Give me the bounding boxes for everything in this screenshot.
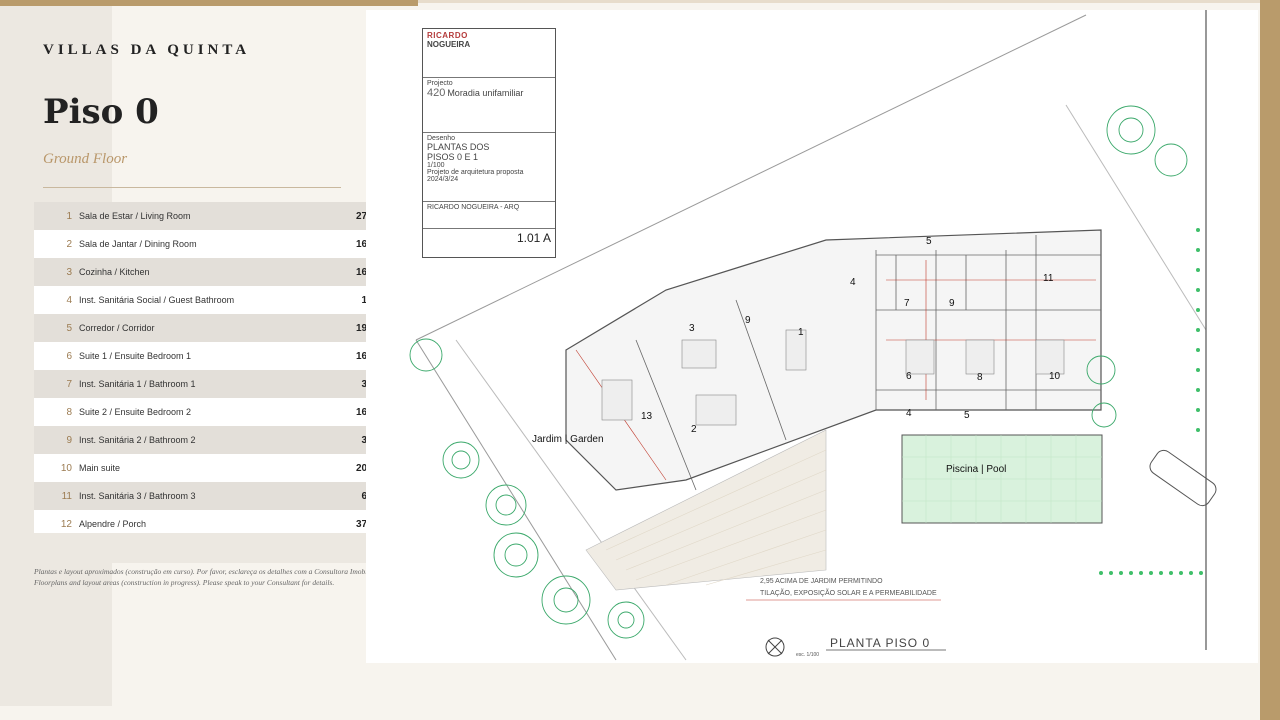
drawing-date: 2024/3/24 <box>427 176 459 183</box>
room-1-label: 1 <box>798 327 804 338</box>
plan-note-2: TILAÇÃO, EXPOSIÇÃO SOLAR E A PERMEABILID… <box>760 590 937 597</box>
page-subtitle: Ground Floor <box>43 151 128 167</box>
pool-label: Piscina | Pool <box>946 464 1007 475</box>
room-7-label: 7 <box>904 298 910 309</box>
room-4b-label: 4 <box>906 408 912 419</box>
top-thin-bar <box>418 0 1280 3</box>
drawing-title-2: PISOS 0 E 1 <box>427 152 479 162</box>
plan-scale: esc. 1/100 <box>796 652 820 658</box>
room-9b-label: 9 <box>949 298 955 309</box>
room-number: 6 <box>66 350 72 362</box>
room-number: 1 <box>66 210 72 222</box>
room-11-label: 11 <box>1043 273 1054 284</box>
disclaimer-pt: Plantas e layout aproximados (construção… <box>34 567 386 576</box>
room-number: 3 <box>66 266 72 278</box>
room-4-label: 4 <box>850 277 856 288</box>
room-number: 2 <box>66 238 72 250</box>
plan-note-1: 2,95 ACIMA DE JARDIM PERMITINDO <box>760 578 883 585</box>
room-name: Inst. Sanitária 2 / Bathroom 2 <box>79 435 196 445</box>
room-name: Suite 1 / Ensuite Bedroom 1 <box>79 351 192 361</box>
drawing-author: RICARDO NOGUEIRA - ARQ <box>427 204 520 211</box>
title-block: RICARDO NOGUEIRA Projecto 420 Moradia un… <box>422 28 556 258</box>
room-number: 9 <box>66 434 72 446</box>
room-number: 7 <box>66 378 72 390</box>
room-6-label: 6 <box>906 371 912 382</box>
room-number: 12 <box>60 518 72 530</box>
room-area-table: 1Sala de Estar / Living Room27,62 m² 2Sa… <box>34 202 398 538</box>
table-row: 11Inst. Sanitária 3 / Bathroom 36,46 m² <box>34 482 398 510</box>
room-name: Sala de Jantar / Dining Room <box>79 239 197 249</box>
room-name: Inst. Sanitária 3 / Bathroom 3 <box>79 491 196 501</box>
room-13-label: 13 <box>641 411 653 422</box>
room-5-label: 5 <box>926 236 932 247</box>
table-row: 8Suite 2 / Ensuite Bedroom 216,40 m² <box>34 398 398 426</box>
room-3-label: 3 <box>689 323 695 334</box>
room-2-label: 2 <box>691 424 697 435</box>
table-row: 4 Inst. Sanitária Social / Guest Bathroom… <box>34 286 398 314</box>
room-name: Cozinha / Kitchen <box>79 267 150 277</box>
disclaimer-en: Floorplans and layout areas (constructio… <box>34 578 335 587</box>
brand-name: VILLAS DA QUINTA <box>43 42 251 58</box>
room-name: Alpendre / Porch <box>79 519 147 529</box>
room-number: 8 <box>66 406 72 418</box>
table-row: 5Corredor / Corridor19,60 m² <box>34 314 398 342</box>
architect-logo-line2: NOGUEIRA <box>427 40 471 49</box>
notes-bar <box>34 533 398 563</box>
room-name: Main suite <box>79 463 121 473</box>
table-row: 10Main suite20,36 m² <box>34 454 398 482</box>
page-title: Piso 0 <box>43 92 159 132</box>
table-row: 7Inst. Sanitária 1 / Bathroom 13,93 m² <box>34 370 398 398</box>
drawing-title-1: PLANTAS DOS <box>427 142 490 152</box>
garden-label: Jardim | Garden <box>532 434 604 445</box>
project-label: Projecto <box>427 80 453 87</box>
drawing-phase: Projeto de arquitetura proposta <box>427 169 524 176</box>
room-name: Inst. Sanitária 1 / Bathroom 1 <box>79 379 196 389</box>
project-number: 420 <box>427 87 446 99</box>
room-name: Suite 2 / Ensuite Bedroom 2 <box>79 407 192 417</box>
title-divider <box>43 187 341 188</box>
room-5b-label: 5 <box>964 410 970 421</box>
table-row: 6Suite 1 / Ensuite Bedroom 116,82 m² <box>34 342 398 370</box>
right-accent-bar <box>1260 0 1280 720</box>
car-icon <box>1149 449 1217 507</box>
room-number: 11 <box>61 490 72 502</box>
project-name: Moradia unifamiliar <box>447 88 524 98</box>
room-number: 10 <box>60 462 72 474</box>
table-row: 9Inst. Sanitária 2 / Bathroom 23,93 m² <box>34 426 398 454</box>
sheet-number: 1.01 A <box>516 231 551 245</box>
table-row: 3Cozinha / Kitchen16,80 m² <box>34 258 398 286</box>
room-name: Inst. Sanitária Social / Guest Bathroom <box>79 295 235 305</box>
room-number: 4 <box>66 294 72 306</box>
table-row: 1Sala de Estar / Living Room27,62 m² <box>34 202 398 230</box>
drawing-label: Desenho <box>427 135 456 142</box>
room-10-label: 10 <box>1049 371 1061 382</box>
room-name: Sala de Estar / Living Room <box>79 211 191 221</box>
plan-title: PLANTA PISO 0 <box>830 636 931 650</box>
drawing-scale: 1/100 <box>427 162 445 169</box>
architect-logo-line1: RICARDO <box>427 31 468 40</box>
table-row: 2Sala de Jantar / Dining Room16,70 m² <box>34 230 398 258</box>
room-8-label: 8 <box>977 372 983 383</box>
room-9-label: 9 <box>745 315 751 326</box>
room-number: 5 <box>66 322 72 334</box>
room-name: Corredor / Corridor <box>79 323 155 333</box>
floor-plan-drawing: RICARDO NOGUEIRA Projecto 420 Moradia un… <box>366 10 1258 663</box>
disclaimer-notes: Plantas e layout aproximados (construção… <box>34 566 402 588</box>
